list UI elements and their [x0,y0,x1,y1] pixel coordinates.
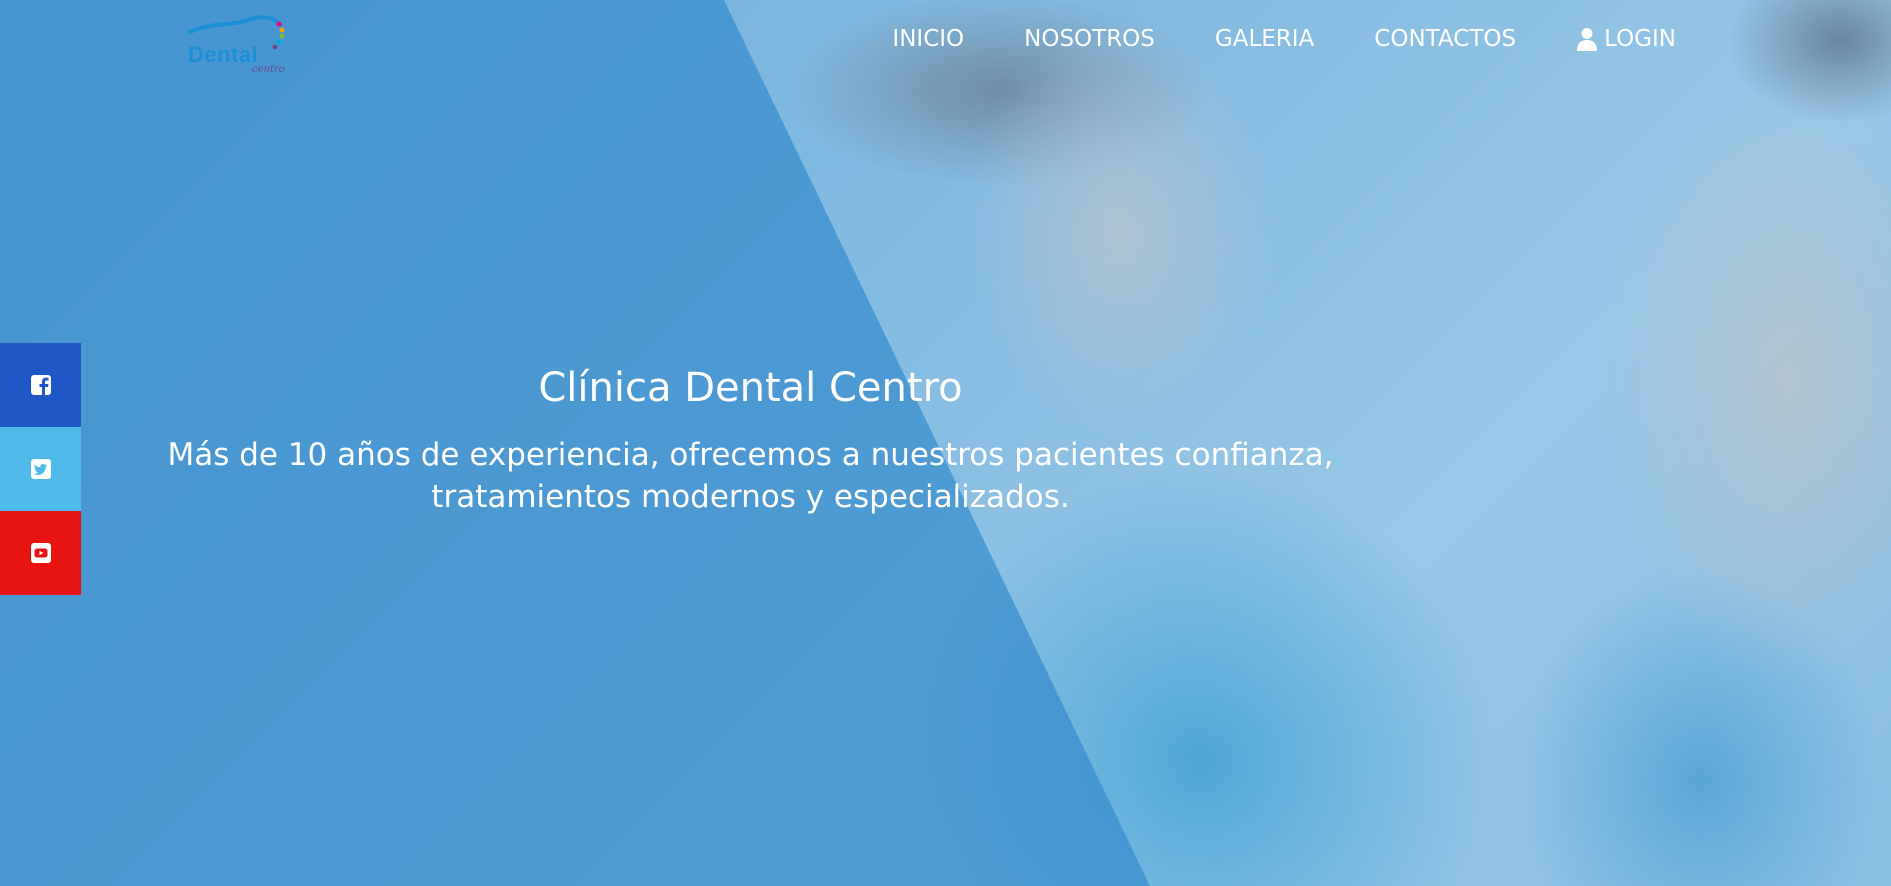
hero-title: Clínica Dental Centro [538,365,963,411]
facebook-icon [30,375,51,395]
nav-item-contactos[interactable]: CONTACTOS [1374,26,1516,52]
twitter-icon [30,459,51,479]
nav-item-nosotros[interactable]: NOSOTROS [1024,26,1155,52]
social-sidebar [0,343,81,595]
youtube-button[interactable] [0,511,81,595]
nav-item-inicio[interactable]: INICIO [892,26,964,52]
hero-content: Clínica Dental Centro Más de 10 años de … [0,360,1891,518]
youtube-icon [30,543,51,563]
login-label: LOGIN [1604,26,1676,52]
hero-subtitle: Más de 10 años de experiencia, ofrecemos… [167,437,1334,515]
nav-item-login[interactable]: LOGIN [1576,26,1676,52]
twitter-button[interactable] [0,427,81,511]
logo-subtext: centro [252,64,285,75]
brand-logo[interactable]: Dental centro [186,14,290,80]
nav-item-galeria[interactable]: GALERIA [1215,26,1314,52]
logo-text: Dental [188,42,259,67]
facebook-button[interactable] [0,343,81,427]
main-nav: INICIO NOSOTROS GALERIA CONTACTOS LOGIN [832,26,1676,52]
user-icon [1577,28,1598,51]
hero-section: Dental centro INICIO NOSOTROS GALERIA CO… [0,0,1891,886]
